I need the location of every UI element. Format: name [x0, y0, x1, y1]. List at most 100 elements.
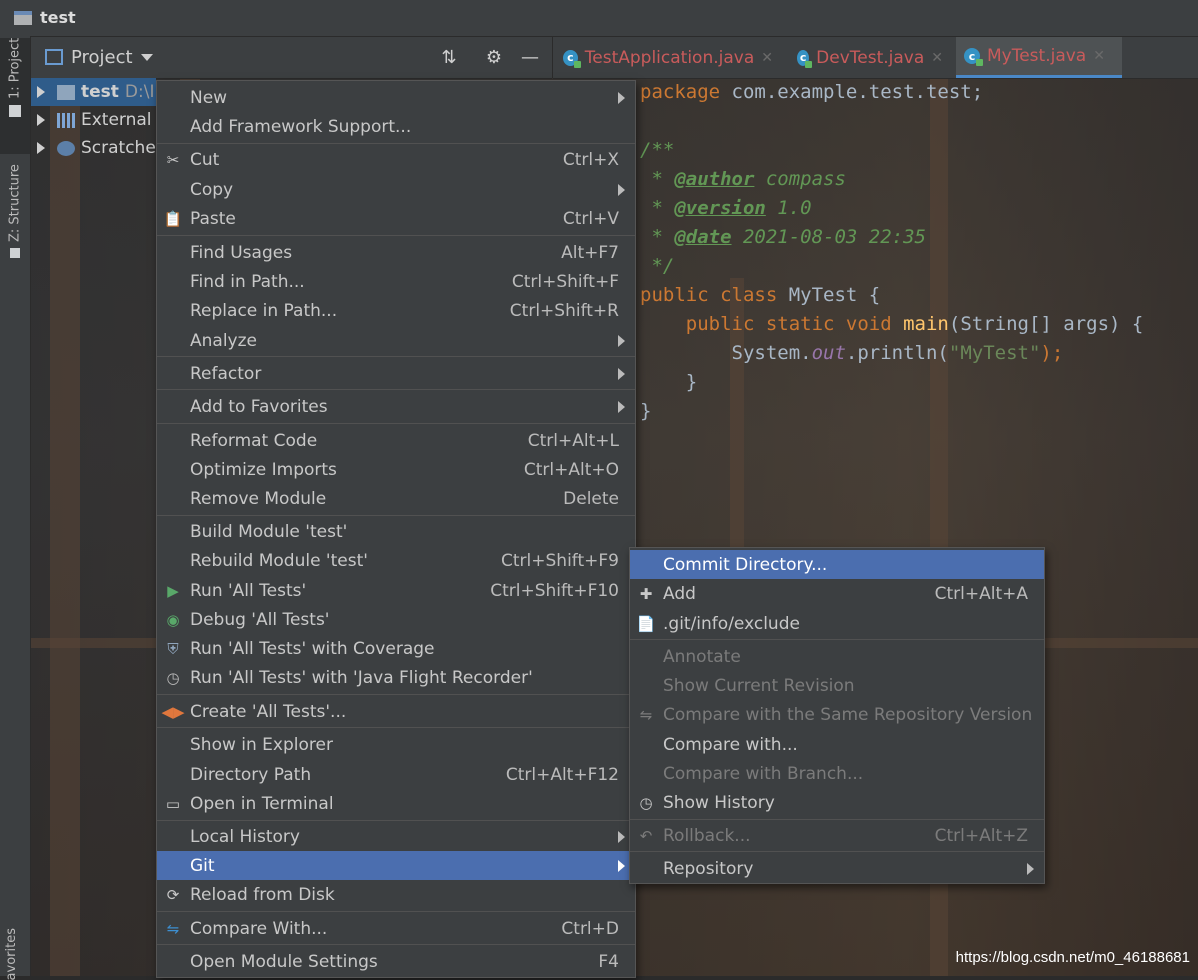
app-icon [14, 11, 32, 25]
code-line: * @date 2021-08-03 22:35 [640, 226, 926, 248]
close-icon[interactable]: ✕ [1093, 48, 1105, 64]
submenu-arrow-icon [618, 367, 625, 380]
close-icon[interactable]: ✕ [931, 50, 943, 66]
submenu-item-annotate[interactable]: Annotate [630, 642, 1044, 671]
clipboard-icon: 📋 [163, 209, 183, 228]
menu-item-git[interactable]: Git [157, 851, 635, 880]
menu-item-run-all-tests[interactable]: ▶ Run 'All Tests' Ctrl+Shift+F10 [157, 576, 635, 605]
code-line: public class MyTest { [640, 284, 881, 306]
watermark-text: https://blog.csdn.net/m0_46188681 [955, 949, 1190, 966]
tree-item-external[interactable]: External [31, 106, 152, 134]
menu-item-show-in-explorer[interactable]: Show in Explorer [157, 730, 635, 759]
tree-item-label: Scratche [81, 138, 156, 158]
project-view-selector[interactable]: Project [71, 47, 133, 68]
submenu-item-show-history[interactable]: ◷ Show History [630, 788, 1044, 817]
menu-item-analyze[interactable]: Analyze [157, 326, 635, 355]
menu-item-find-usages[interactable]: Find Usages Alt+F7 [157, 238, 635, 267]
menu-item-debug-all-tests[interactable]: ◉ Debug 'All Tests' [157, 605, 635, 634]
minimize-icon[interactable]: — [519, 47, 541, 69]
menu-item-remove-module[interactable]: Remove Module Delete [157, 484, 635, 513]
left-tool-strip: 1: Project Z: Structure [0, 36, 31, 976]
submenu-item-add[interactable]: ✚ Add Ctrl+Alt+A [630, 579, 1044, 608]
menu-item-optimize-imports[interactable]: Optimize Imports Ctrl+Alt+O [157, 455, 635, 484]
submenu-item-compare-with[interactable]: Compare with... [630, 730, 1044, 759]
menu-item-add-framework-support[interactable]: Add Framework Support... [157, 112, 635, 141]
menu-item-create-all-tests[interactable]: ◀▶ Create 'All Tests'... [157, 697, 635, 726]
menu-item-paste[interactable]: 📋 Paste Ctrl+V [157, 204, 635, 233]
menu-item-open-in-terminal[interactable]: ▭ Open in Terminal [157, 789, 635, 818]
menu-item-local-history[interactable]: Local History [157, 822, 635, 851]
rollback-icon: ↶ [639, 826, 653, 845]
submenu-item-rollback[interactable]: ↶ Rollback... Ctrl+Alt+Z [630, 821, 1044, 850]
debug-bug-icon: ◉ [166, 610, 180, 629]
tree-item-path: D:\I [124, 82, 155, 102]
run-icon: ▶ [167, 581, 179, 600]
submenu-arrow-icon [618, 334, 625, 347]
tab-devtest[interactable]: c DevTest.java ✕ [789, 37, 951, 78]
favorites-tool-tab[interactable]: avorites [4, 928, 19, 980]
tab-testapplication[interactable]: c TestApplication.java ✕ [555, 37, 781, 78]
project-panel-header: Project ⇅ ⚙ — [31, 37, 552, 79]
file-lock-icon: 📄 [636, 614, 656, 633]
chevron-down-icon[interactable] [141, 54, 153, 61]
title-bar: test [0, 0, 1198, 37]
menu-item-refactor[interactable]: Refactor [157, 359, 635, 388]
submenu-item-git-exclude[interactable]: 📄 .git/info/exclude [630, 609, 1044, 638]
close-icon[interactable]: ✕ [761, 50, 773, 66]
menu-item-add-to-favorites[interactable]: Add to Favorites [157, 392, 635, 421]
submenu-item-repository[interactable]: Repository [630, 854, 1044, 883]
menu-item-reformat-code[interactable]: Reformat Code Ctrl+Alt+L [157, 426, 635, 455]
submenu-arrow-icon [618, 183, 625, 196]
tree-item-label: test [81, 82, 119, 102]
tab-label: DevTest.java [816, 47, 925, 68]
submenu-item-compare-with-branch[interactable]: Compare with Branch... [630, 759, 1044, 788]
menu-item-find-in-path[interactable]: Find in Path... Ctrl+Shift+F [157, 267, 635, 296]
submenu-item-commit-directory[interactable]: Commit Directory... [630, 550, 1044, 579]
menu-item-copy[interactable]: Copy [157, 175, 635, 204]
tree-item-label: External [81, 110, 152, 130]
scratches-icon [57, 140, 75, 156]
library-icon [57, 112, 75, 128]
reload-icon: ⟳ [166, 885, 180, 904]
code-line: public static void main(String[] args) { [685, 313, 1144, 335]
class-icon: c [964, 48, 983, 66]
structure-tool-tab-label: Z: Structure [7, 164, 23, 242]
project-tool-tab[interactable]: 1: Project [0, 38, 30, 154]
menu-item-rebuild-module[interactable]: Rebuild Module 'test' Ctrl+Shift+F9 [157, 546, 635, 575]
menu-item-directory-path[interactable]: Directory Path Ctrl+Alt+F12 [157, 760, 635, 789]
expand-icon[interactable] [37, 114, 45, 126]
menu-item-cut[interactable]: ✂ Cut Ctrl+X [157, 145, 635, 174]
menu-item-build-module[interactable]: Build Module 'test' [157, 517, 635, 546]
tree-item-test[interactable]: test D:\I [31, 78, 156, 106]
menu-item-reload-from-disk[interactable]: ⟳ Reload from Disk [157, 880, 635, 909]
structure-tool-tab[interactable]: Z: Structure [0, 164, 30, 274]
menu-item-new[interactable]: New [157, 83, 635, 112]
profiler-icon: ◷ [166, 668, 180, 687]
expand-icon[interactable] [37, 142, 45, 154]
structure-icon [10, 247, 20, 258]
expand-icon[interactable] [37, 86, 45, 98]
coverage-icon: ⛨ [167, 639, 179, 658]
tab-label: TestApplication.java [584, 47, 755, 68]
window-title: test [40, 8, 76, 27]
menu-item-replace-in-path[interactable]: Replace in Path... Ctrl+Shift+R [157, 296, 635, 325]
submenu-arrow-icon [1027, 862, 1034, 875]
code-line: } [640, 400, 652, 422]
code-line: * @version 1.0 [640, 197, 812, 219]
project-tool-tab-label: 1: Project [7, 38, 23, 100]
submenu-item-show-current-revision[interactable]: Show Current Revision [630, 671, 1044, 700]
collapse-all-icon[interactable]: ⇅ [438, 47, 460, 69]
menu-item-run-with-flight-recorder[interactable]: ◷ Run 'All Tests' with 'Java Flight Recor… [157, 663, 635, 692]
menu-item-run-with-coverage[interactable]: ⛨ Run 'All Tests' with Coverage [157, 634, 635, 663]
submenu-arrow-icon [618, 400, 625, 413]
menu-item-open-module-settings[interactable]: Open Module Settings F4 [157, 947, 635, 976]
tree-item-scratches[interactable]: Scratche [31, 134, 156, 162]
submenu-arrow-icon [618, 859, 625, 872]
menu-item-compare-with[interactable]: ⇋ Compare With... Ctrl+D [157, 914, 635, 943]
tab-mytest[interactable]: c MyTest.java ✕ [956, 37, 1122, 78]
folder-icon [9, 105, 21, 118]
submenu-item-compare-same-repo-version[interactable]: ⇋ Compare with the Same Repository Versio… [630, 700, 1044, 729]
gear-icon[interactable]: ⚙ [483, 47, 505, 69]
code-line: /** [640, 139, 675, 161]
project-context-menu: New Add Framework Support... ✂ Cut Ctrl+X … [156, 80, 636, 978]
